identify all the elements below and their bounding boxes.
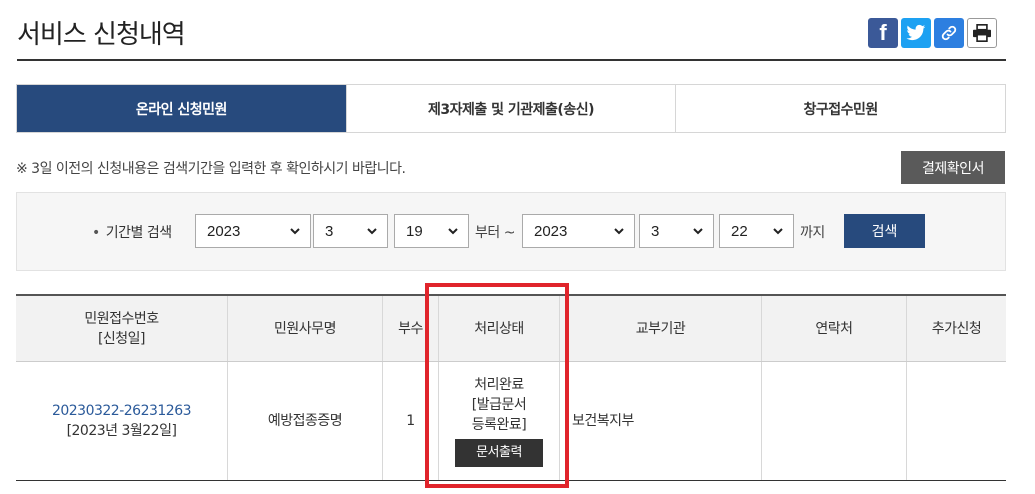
print-document-button[interactable]: 문서출력 [455,439,543,467]
header-office-name: 민원사무명 [227,296,382,361]
share-toolbar: f [868,18,997,48]
receipt-date: [2023년 3월22일] [66,423,177,439]
header-agency: 교부기관 [559,296,761,361]
header-extra: 추가신청 [906,296,1006,361]
to-month-select[interactable]: 3 [639,214,714,248]
payment-confirmation-button[interactable]: 결제확인서 [901,151,1005,184]
search-label: 기간별 검색 [92,222,172,242]
facebook-glyph: f [879,20,887,45]
chevron-down-icon [693,228,703,235]
from-day-select[interactable]: 19 [394,214,469,248]
chevron-down-icon [773,228,783,235]
table-header-row: 민원접수번호 [신청일] 민원사무명 부수 처리상태 교부기관 연락처 추가신청 [16,296,1006,362]
cell-receipt-no: 20230322-26231263 [2023년 3월22일] [16,362,227,480]
header-contact: 연락처 [761,296,906,361]
status-line-1: 처리완료 [474,377,524,393]
from-month-value: 3 [325,222,334,240]
from-suffix: 부터 ~ [475,225,515,241]
to-year-value: 2023 [534,222,568,240]
chevron-down-icon [448,228,458,235]
chevron-down-icon [290,228,300,235]
chevron-down-icon [367,228,377,235]
to-day-select[interactable]: 22 [719,214,794,248]
link-icon[interactable] [934,18,964,48]
cell-extra [906,362,1006,480]
title-divider [17,59,1006,61]
status-line-2: [발급문서 [471,397,527,413]
to-year-select[interactable]: 2023 [522,214,635,248]
search-panel: 기간별 검색 2023 3 19 부터 ~ 2023 3 22 까지 검색 [16,192,1006,271]
from-year-value: 2023 [207,222,241,240]
from-month-select[interactable]: 3 [313,214,388,248]
cell-contact [761,362,906,480]
tab-online-applications[interactable]: 온라인 신청민원 [17,85,346,132]
tab-bar: 온라인 신청민원 제3자제출 및 기관제출(송신) 창구접수민원 [16,84,1006,133]
cell-office-name: 예방접종증명 [227,362,382,480]
receipt-no-link[interactable]: 20230322-26231263 [52,401,192,421]
twitter-icon[interactable] [901,18,931,48]
header-status: 처리상태 [438,296,559,361]
applications-table: 민원접수번호 [신청일] 민원사무명 부수 처리상태 교부기관 연락처 추가신청… [16,294,1006,481]
cell-agency: 보건복지부 [559,362,761,480]
to-month-value: 3 [651,222,660,240]
page-title: 서비스 신청내역 [17,20,186,50]
from-day-value: 19 [406,222,423,240]
header-receipt-no: 민원접수번호 [신청일] [16,296,227,361]
facebook-icon[interactable]: f [868,18,898,48]
tab-third-party-submission[interactable]: 제3자제출 및 기관제출(송신) [345,85,676,132]
cell-copies: 1 [382,362,438,480]
tab-counter-applications[interactable]: 창구접수민원 [675,85,1006,132]
header-receipt-date-label: [신청일] [97,330,146,347]
from-year-select[interactable]: 2023 [195,214,311,248]
header-receipt-no-label: 민원접수번호 [84,310,159,327]
print-icon[interactable] [967,18,997,48]
chevron-down-icon [614,228,624,235]
cell-status: 처리완료 [발급문서 등록완료] 문서출력 [438,362,559,480]
search-button[interactable]: 검색 [844,214,925,248]
to-suffix: 까지 [800,225,825,241]
to-day-value: 22 [731,222,748,240]
header-copies: 부수 [382,296,438,361]
notice-text: ※ 3일 이전의 신청내용은 검색기간을 입력한 후 확인하시기 바랍니다. [16,161,406,177]
table-row: 20230322-26231263 [2023년 3월22일] 예방접종증명 1… [16,362,1006,480]
status-line-3: 등록완료] [471,417,527,433]
